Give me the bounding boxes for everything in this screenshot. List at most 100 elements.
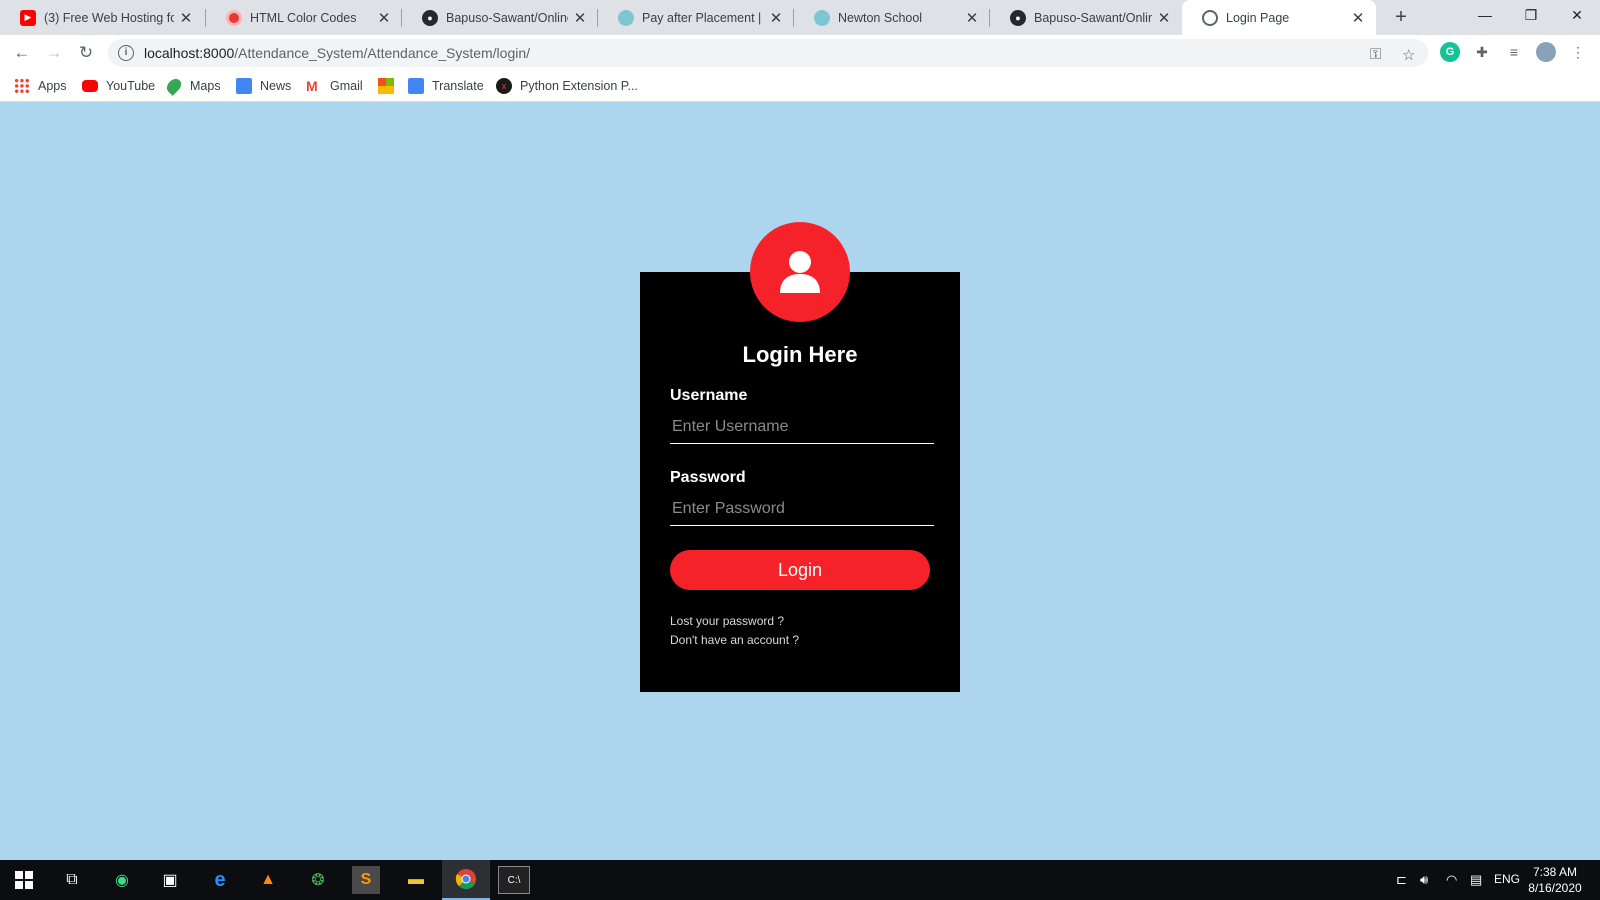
- file-explorer-icon[interactable]: ▬: [402, 866, 430, 894]
- tab-title: HTML Color Codes: [250, 10, 357, 25]
- newton-icon: [814, 9, 830, 26]
- bookmark-star-icon[interactable]: ☆: [1402, 46, 1415, 64]
- microsoft-store-icon[interactable]: ▣: [156, 866, 184, 894]
- youtube-icon: ▶: [20, 9, 36, 26]
- username-label: Username: [670, 387, 748, 404]
- minimize-window-button[interactable]: —: [1462, 0, 1508, 30]
- volume-icon[interactable]: 🔊︎: [1420, 872, 1428, 888]
- bookmark-label: News: [260, 79, 292, 93]
- url-path: /Attendance_System/Attendance_System/log…: [234, 45, 531, 61]
- browser-toolbar: ← → ↻ i localhost:8000/Attendance_System…: [0, 35, 1600, 70]
- youtube-icon: [82, 80, 98, 92]
- news-icon: [236, 78, 252, 94]
- language-indicator[interactable]: ENG: [1494, 872, 1520, 886]
- android-studio-icon[interactable]: ◉: [108, 866, 136, 894]
- close-window-button[interactable]: ✕: [1554, 0, 1600, 30]
- login-title: Login Here: [742, 342, 858, 367]
- gmail-icon: M: [306, 78, 318, 94]
- browser-tab-strip: ▶ (3) Free Web Hosting for ✕ HTML Color …: [0, 0, 1600, 35]
- newton-icon: [618, 9, 634, 26]
- reload-button[interactable]: ↻: [72, 39, 100, 67]
- forward-button[interactable]: →: [40, 39, 68, 67]
- tab-html-color-codes[interactable]: HTML Color Codes ✕: [206, 0, 402, 35]
- vlc-player-icon[interactable]: ▲: [254, 866, 282, 894]
- bookmark-label: Apps: [38, 79, 67, 93]
- bookmark-apps[interactable]: Apps: [14, 76, 67, 96]
- user-avatar-icon: [750, 222, 850, 322]
- tab-free-web-hosting[interactable]: ▶ (3) Free Web Hosting for ✕: [0, 0, 204, 35]
- password-label: Password: [670, 469, 746, 486]
- tab-github-repo[interactable]: ● Bapuso-Sawant/Online-A ✕: [402, 0, 598, 35]
- back-button[interactable]: ←: [8, 39, 36, 67]
- close-tab-icon[interactable]: ✕: [964, 9, 980, 27]
- bookmark-label: Gmail: [330, 79, 363, 93]
- translate-icon: [408, 78, 424, 94]
- password-input[interactable]: [670, 492, 934, 526]
- apps-grid-icon: [14, 78, 30, 94]
- taskbar-clock[interactable]: 7:38 AM 8/16/2020: [1520, 864, 1590, 896]
- bookmark-microsoft[interactable]: [378, 76, 402, 96]
- lost-password-link[interactable]: Lost your password ?: [670, 614, 784, 628]
- notifications-icon[interactable]: ▤: [1470, 872, 1482, 888]
- tab-login-page[interactable]: Login Page ✕: [1182, 0, 1376, 35]
- bookmark-label: Translate: [432, 79, 484, 93]
- close-tab-icon[interactable]: ✕: [178, 9, 194, 27]
- tab-title: Pay after Placement | Ne: [642, 10, 764, 25]
- network-adapter-icon[interactable]: ⊏: [1396, 872, 1407, 888]
- bookmark-label: Maps: [190, 79, 221, 93]
- pycharm-icon[interactable]: ❂: [304, 866, 332, 894]
- media-queue-icon[interactable]: ≡: [1504, 42, 1524, 62]
- tab-title: (3) Free Web Hosting for: [44, 10, 174, 25]
- tab-title: Newton School: [838, 10, 923, 25]
- github-icon: ●: [422, 9, 438, 26]
- globe-icon: [1202, 9, 1218, 26]
- tab-newton-school[interactable]: Newton School ✕: [794, 0, 990, 35]
- bookmark-maps[interactable]: Maps: [164, 76, 221, 96]
- sublime-text-icon[interactable]: S: [352, 866, 380, 894]
- username-input[interactable]: [670, 410, 934, 444]
- microsoft-icon: [378, 78, 394, 94]
- command-prompt-icon[interactable]: C:\: [498, 866, 530, 894]
- close-tab-icon[interactable]: ✕: [1156, 9, 1172, 27]
- grammarly-extension-icon[interactable]: G: [1440, 42, 1460, 62]
- signup-link[interactable]: Don't have an account ?: [670, 633, 799, 647]
- clock-time: 7:38 AM: [1532, 865, 1578, 879]
- close-tab-icon[interactable]: ✕: [768, 9, 784, 27]
- tab-title: Bapuso-Sawant/Online-A: [446, 10, 568, 25]
- windows-taskbar: ⧉ ◉ ▣ e ▲ ❂ S ▬ C:\ ⊏ 🔊︎ ◠ ▤ ENG 7:38 AM…: [0, 860, 1600, 900]
- chrome-taskbar-icon[interactable]: [442, 860, 490, 900]
- tab-github-repo-2[interactable]: ● Bapuso-Sawant/Online-A ✕: [990, 0, 1182, 35]
- url-text: localhost:8000/Attendance_System/Attenda…: [144, 45, 530, 61]
- tab-title: Login Page: [1226, 10, 1290, 25]
- edge-browser-icon[interactable]: e: [206, 866, 234, 894]
- restore-window-button[interactable]: ❐: [1508, 0, 1554, 30]
- close-tab-icon[interactable]: ✕: [1350, 9, 1366, 27]
- new-tab-button[interactable]: +: [1388, 4, 1414, 30]
- login-button[interactable]: Login: [670, 550, 930, 590]
- key-icon[interactable]: ⚿: [1370, 46, 1381, 63]
- bookmark-youtube[interactable]: YouTube: [82, 76, 155, 96]
- github-icon: ●: [1010, 9, 1026, 26]
- task-view-icon[interactable]: ⧉: [58, 866, 86, 894]
- clock-date: 8/16/2020: [1528, 881, 1582, 895]
- bookmark-python-extension[interactable]: x Python Extension P...: [496, 76, 638, 96]
- wifi-icon[interactable]: ◠: [1446, 872, 1457, 888]
- menu-kebab-icon[interactable]: ⋮: [1568, 42, 1588, 62]
- windows-start-icon[interactable]: [10, 866, 38, 894]
- bookmark-news[interactable]: News: [236, 76, 291, 96]
- profile-avatar-icon[interactable]: [1536, 42, 1556, 62]
- close-tab-icon[interactable]: ✕: [572, 9, 588, 27]
- bookmark-gmail[interactable]: M Gmail: [306, 76, 363, 96]
- url-host: localhost:8000: [144, 45, 235, 61]
- colorcodes-icon: [226, 9, 242, 26]
- close-tab-icon[interactable]: ✕: [376, 9, 392, 27]
- site-info-icon[interactable]: i: [118, 45, 134, 61]
- bookmark-translate[interactable]: Translate: [408, 76, 484, 96]
- address-bar[interactable]: i localhost:8000/Attendance_System/Atten…: [108, 39, 1428, 67]
- bookmarks-bar: Apps YouTube Maps News M Gmail Translate…: [0, 70, 1600, 102]
- bookmark-label: Python Extension P...: [520, 79, 638, 93]
- extensions-puzzle-icon[interactable]: ✚: [1472, 42, 1492, 62]
- tab-title: Bapuso-Sawant/Online-A: [1034, 10, 1152, 25]
- bookmark-label: YouTube: [106, 79, 156, 93]
- tab-pay-after-placement[interactable]: Pay after Placement | Ne ✕: [598, 0, 794, 35]
